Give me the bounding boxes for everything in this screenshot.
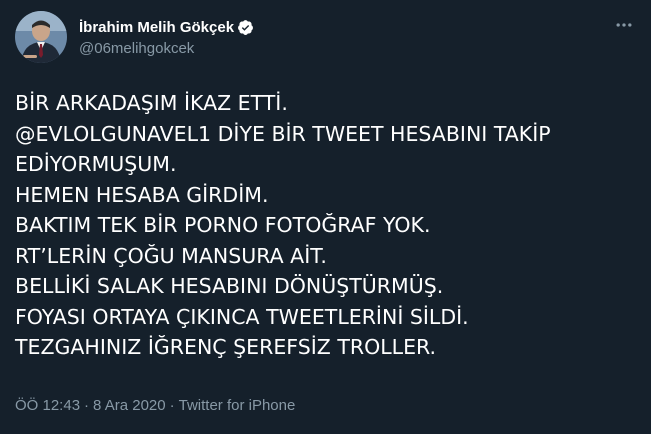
- tweet-line: BELLİKİ SALAK HESABINI DÖNÜŞTÜRMÜŞ.: [15, 274, 444, 298]
- more-options-glyph: [616, 23, 632, 27]
- tweet-line: TEZGAHINIZ İĞRENÇ ŞEREFSİZ TROLLER.: [15, 335, 437, 359]
- tweet-time-link[interactable]: ÖÖ 12:43: [15, 397, 80, 414]
- tweet-date-link[interactable]: 8 Ara 2020: [93, 397, 166, 414]
- tweet-header: İbrahim Melih Gökçek @06melihgokcek: [15, 11, 254, 63]
- tweet-line: @EVLOLGUNAVEL1 DİYE BİR TWEET HESABINI T…: [15, 121, 551, 146]
- more-options-icon[interactable]: [613, 14, 635, 36]
- tweet-line: HEMEN HESABA GİRDİM.: [15, 182, 269, 207]
- profile-avatar[interactable]: [15, 11, 67, 63]
- avatar-image: [15, 11, 67, 63]
- tweet-meta: ÖÖ 12:43 · 8 Ara 2020 · Twitter for iPho…: [15, 397, 295, 414]
- tweet-text: BİR ARKADAŞIM İKAZ ETTİ. @EVLOLGUNAVEL1 …: [15, 88, 635, 363]
- tweet-card: İbrahim Melih Gökçek @06melihgokcek BİR …: [0, 0, 651, 434]
- tweet-line: RT’LERİN ÇOĞU MANSURA AİT.: [15, 243, 327, 268]
- meta-separator: ·: [169, 397, 175, 414]
- author-name-row: İbrahim Melih Gökçek: [79, 18, 254, 38]
- tweet-line: BAKTIM TEK BİR PORNO FOTOĞRAF YOK.: [15, 213, 431, 237]
- author-handle[interactable]: @06melihgokcek: [79, 40, 254, 57]
- verified-badge-icon: [237, 19, 254, 36]
- tweet-source-link[interactable]: Twitter for iPhone: [179, 397, 296, 414]
- author-names: İbrahim Melih Gökçek @06melihgokcek: [79, 18, 254, 57]
- meta-separator: ·: [84, 397, 90, 414]
- tweet-line: BİR ARKADAŞIM İKAZ ETTİ.: [15, 91, 288, 115]
- tweet-line: FOYASI ORTAYA ÇIKINCA TWEETLERİNİ SİLDİ.: [15, 304, 469, 329]
- author-display-name[interactable]: İbrahim Melih Gökçek: [79, 19, 234, 36]
- tweet-line: EDİYORMUŞUM.: [15, 152, 177, 176]
